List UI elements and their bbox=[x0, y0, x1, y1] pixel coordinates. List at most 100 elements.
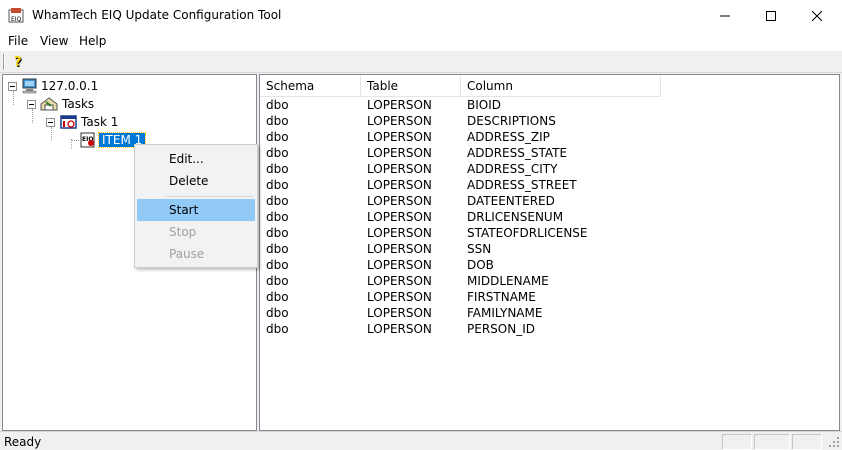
minimize-button[interactable] bbox=[702, 0, 748, 31]
table-row[interactable]: dbo LOPERSON DOB bbox=[260, 257, 839, 273]
status-bar: Ready bbox=[0, 431, 842, 450]
cell-schema: dbo bbox=[266, 210, 289, 224]
cell-column: BIOID bbox=[467, 98, 501, 112]
cell-schema: dbo bbox=[266, 146, 289, 160]
column-header-column[interactable]: Column bbox=[461, 76, 661, 97]
table-row[interactable]: dbo LOPERSON ADDRESS_CITY bbox=[260, 161, 839, 177]
svg-text:?: ? bbox=[14, 55, 22, 70]
tree-node-task-1[interactable]: Task 1 bbox=[81, 115, 118, 129]
help-icon: ? ? bbox=[14, 55, 23, 71]
cell-schema: dbo bbox=[266, 130, 289, 144]
cell-table: LOPERSON bbox=[367, 114, 432, 128]
cell-column: DESCRIPTIONS bbox=[467, 114, 556, 128]
cell-table: LOPERSON bbox=[367, 146, 432, 160]
table-row[interactable]: dbo LOPERSON ADDRESS_STATE bbox=[260, 145, 839, 161]
tree-connector bbox=[32, 109, 33, 123]
cell-table: LOPERSON bbox=[367, 130, 432, 144]
tree-node-host[interactable]: 127.0.0.1 bbox=[41, 79, 98, 93]
title-bar[interactable]: EIQ WhamTech EIQ Update Configuration To… bbox=[0, 0, 842, 31]
cell-table: LOPERSON bbox=[367, 210, 432, 224]
task-icon bbox=[60, 114, 78, 130]
cell-column: STATEOFDRLICENSE bbox=[467, 226, 588, 240]
cell-schema: dbo bbox=[266, 98, 289, 112]
svg-text:EIQ: EIQ bbox=[11, 16, 22, 23]
cell-schema: dbo bbox=[266, 274, 289, 288]
computer-icon bbox=[21, 78, 39, 94]
table-row[interactable]: dbo LOPERSON ADDRESS_STREET bbox=[260, 177, 839, 193]
table-row[interactable]: dbo LOPERSON DATEENTERED bbox=[260, 193, 839, 209]
menu-bar: File View Help bbox=[0, 31, 842, 51]
cell-table: LOPERSON bbox=[367, 258, 432, 272]
tree-connector bbox=[71, 140, 79, 141]
cell-table: LOPERSON bbox=[367, 194, 432, 208]
maximize-button[interactable] bbox=[748, 0, 794, 31]
column-header-table[interactable]: Table bbox=[361, 76, 461, 97]
cell-column: DOB bbox=[467, 258, 494, 272]
close-button[interactable] bbox=[794, 0, 840, 31]
table-row[interactable]: dbo LOPERSON MIDDLENAME bbox=[260, 273, 839, 289]
tree-collapse-toggle[interactable] bbox=[27, 100, 36, 109]
tree-collapse-toggle[interactable] bbox=[8, 82, 17, 91]
status-panel bbox=[722, 434, 752, 450]
list-header: Schema Table Column bbox=[260, 76, 839, 97]
menu-item-delete[interactable]: Delete bbox=[137, 170, 255, 192]
cell-column: DATEENTERED bbox=[467, 194, 555, 208]
cell-column: PERSON_ID bbox=[467, 322, 535, 336]
cell-table: LOPERSON bbox=[367, 242, 432, 256]
tasks-icon bbox=[40, 96, 58, 112]
toolbar-grip bbox=[3, 54, 5, 70]
toolbar: ? ? bbox=[0, 51, 842, 73]
tree-node-tasks[interactable]: Tasks bbox=[62, 97, 94, 111]
cell-column: MIDDLENAME bbox=[467, 274, 549, 288]
list-rows: dbo LOPERSON BIOID dbo LOPERSON DESCRIPTIONS d… bbox=[260, 97, 839, 337]
column-list[interactable]: Schema Table Column dbo LOPERSON BIOID dbo L… bbox=[259, 74, 840, 431]
menu-item-stop[interactable]: Stop bbox=[137, 221, 255, 243]
cell-table: LOPERSON bbox=[367, 162, 432, 176]
table-row[interactable]: dbo LOPERSON FIRSTNAME bbox=[260, 289, 839, 305]
table-row[interactable]: dbo LOPERSON BIOID bbox=[260, 97, 839, 113]
resize-grip-icon[interactable] bbox=[828, 436, 840, 448]
status-panel bbox=[792, 434, 822, 450]
cell-column: ADDRESS_STREET bbox=[467, 178, 577, 192]
table-row[interactable]: dbo LOPERSON STATEOFDRLICENSE bbox=[260, 225, 839, 241]
cell-column: DRLICENSENUM bbox=[467, 210, 564, 224]
table-row[interactable]: dbo LOPERSON DRLICENSENUM bbox=[260, 209, 839, 225]
cell-schema: dbo bbox=[266, 258, 289, 272]
menu-item-pause[interactable]: Pause bbox=[137, 243, 255, 265]
cell-schema: dbo bbox=[266, 114, 289, 128]
table-row[interactable]: dbo LOPERSON FAMILYNAME bbox=[260, 305, 839, 321]
tree-connector bbox=[13, 91, 14, 105]
cell-table: LOPERSON bbox=[367, 274, 432, 288]
help-button[interactable]: ? ? bbox=[11, 53, 29, 71]
cell-schema: dbo bbox=[266, 162, 289, 176]
cell-column: FAMILYNAME bbox=[467, 306, 543, 320]
status-text: Ready bbox=[4, 435, 42, 449]
menu-separator bbox=[165, 196, 253, 197]
cell-table: LOPERSON bbox=[367, 98, 432, 112]
cell-schema: dbo bbox=[266, 226, 289, 240]
cell-table: LOPERSON bbox=[367, 290, 432, 304]
table-row[interactable]: dbo LOPERSON DESCRIPTIONS bbox=[260, 113, 839, 129]
tree-connector bbox=[51, 127, 52, 141]
cell-column: ADDRESS_CITY bbox=[467, 162, 558, 176]
cell-schema: dbo bbox=[266, 290, 289, 304]
table-row[interactable]: dbo LOPERSON PERSON_ID bbox=[260, 321, 839, 337]
table-row[interactable]: dbo LOPERSON SSN bbox=[260, 241, 839, 257]
table-row[interactable]: dbo LOPERSON ADDRESS_ZIP bbox=[260, 129, 839, 145]
menu-item-edit[interactable]: Edit... bbox=[137, 148, 255, 170]
column-header-schema[interactable]: Schema bbox=[260, 76, 361, 97]
status-panel bbox=[754, 434, 790, 450]
cell-table: LOPERSON bbox=[367, 226, 432, 240]
tree-collapse-toggle[interactable] bbox=[46, 118, 55, 127]
menu-help[interactable]: Help bbox=[79, 34, 106, 48]
close-icon bbox=[812, 10, 822, 21]
cell-table: LOPERSON bbox=[367, 322, 432, 336]
app-icon[interactable]: EIQ bbox=[8, 7, 25, 24]
minimize-icon bbox=[720, 15, 730, 16]
menu-file[interactable]: File bbox=[8, 34, 28, 48]
menu-item-start[interactable]: Start bbox=[137, 199, 255, 221]
cell-schema: dbo bbox=[266, 194, 289, 208]
cell-column: FIRSTNAME bbox=[467, 290, 536, 304]
menu-view[interactable]: View bbox=[40, 34, 68, 48]
cell-schema: dbo bbox=[266, 178, 289, 192]
